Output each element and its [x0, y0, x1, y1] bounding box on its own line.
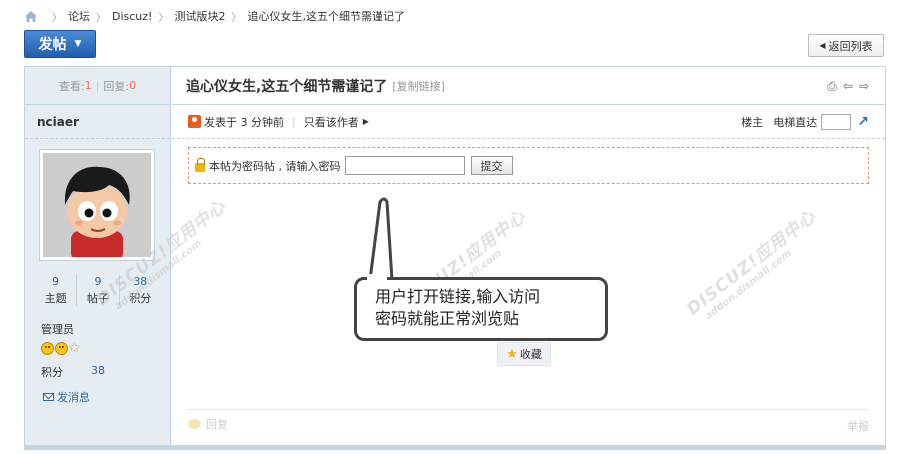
chevron-left-icon: ◀ [819, 41, 826, 50]
replies-count: 0 [129, 79, 137, 92]
thread-frame: 查看: 1 | 回复: 0 nciaer 9 主题 9 帖子 38 积分 管理员… [24, 66, 886, 450]
replies-label: 回复: [103, 79, 130, 93]
cartoon-boy-icon [43, 153, 151, 257]
breadcrumb-separator: 〉 [96, 12, 106, 24]
author-sidebar: 查看: 1 | 回复: 0 nciaer 9 主题 9 帖子 38 积分 管理员… [25, 67, 171, 447]
callout-pointer [368, 197, 394, 281]
password-protected-box: 本帖为密码帖 , 请输入密码 提交 [188, 147, 869, 184]
avatar[interactable] [39, 149, 155, 261]
star-icon: ★ [506, 346, 518, 362]
user-medals: ✩ [41, 342, 80, 355]
post-actions: 回复 举报 [188, 409, 869, 437]
divider: | [95, 79, 100, 92]
thread-stats: 查看: 1 | 回复: 0 [25, 67, 170, 105]
views-count: 1 [84, 79, 92, 92]
lock-icon [195, 157, 205, 172]
count-label: 主题 [44, 292, 67, 305]
prev-thread-icon[interactable]: ⇦ [843, 79, 853, 94]
author-name[interactable]: nciaer [25, 105, 170, 139]
thread-tools: ⎙ ⇦ ⇨ [827, 79, 869, 94]
send-message-label: 发消息 [57, 391, 90, 404]
posted-time: 发表于 3 分钟前 [204, 115, 284, 129]
count-label: 帖子 [86, 292, 109, 305]
home-icon[interactable] [24, 10, 38, 23]
author-counts: 9 主题 9 帖子 38 积分 [35, 275, 161, 306]
thread-title-row: 追心仪女生,这五个细节需谨记了 [复制链接] ⎙ ⇦ ⇨ [172, 67, 885, 105]
copy-link[interactable]: [复制链接] [392, 78, 445, 94]
count-value: 9 [52, 275, 60, 288]
next-thread-icon[interactable]: ⇨ [859, 79, 869, 94]
breadcrumb-separator: 〉 [158, 12, 169, 24]
report-link[interactable]: 举报 [847, 418, 869, 434]
smile-medal-icon [41, 342, 54, 355]
back-to-list-button[interactable]: ◀ 返回列表 [808, 34, 884, 57]
avatar-image [43, 153, 151, 257]
thread-title: 追心仪女生,这五个细节需谨记了 [186, 78, 388, 95]
divider: | [292, 115, 296, 128]
views-label: 查看: [58, 79, 85, 93]
breadcrumb-separator: 〉 [231, 12, 242, 24]
send-message-link[interactable]: 发消息 [43, 389, 90, 405]
count-label: 积分 [129, 292, 152, 305]
favorite-label: 收藏 [519, 348, 542, 361]
points-label: 积分 [41, 366, 63, 379]
elevator-label: 电梯直达 [773, 116, 818, 129]
breadcrumb-separator: 〉 [52, 12, 62, 24]
count-threads[interactable]: 9 主题 [35, 275, 76, 306]
print-icon[interactable]: ⎙ [827, 79, 837, 94]
chevron-down-icon: ▼ [74, 39, 82, 49]
submit-button[interactable]: 提交 [470, 156, 513, 175]
count-posts[interactable]: 9 帖子 [76, 275, 118, 306]
user-group[interactable]: 管理员 [41, 321, 74, 337]
frame-bottom-bar [25, 445, 885, 449]
count-value: 38 [133, 275, 148, 288]
smile-medal-icon [55, 342, 68, 355]
count-value: 9 [94, 275, 102, 288]
post-main: 追心仪女生,这五个细节需谨记了 [复制链接] ⎙ ⇦ ⇨ 发表于 3 分钟前 |… [172, 67, 885, 447]
floor-nav: 楼主 电梯直达 ↗ [741, 114, 869, 130]
new-post-button[interactable]: 发帖 ▼ [24, 30, 96, 58]
reply-link[interactable]: 回复 [206, 416, 228, 432]
points-value: 38 [91, 364, 105, 377]
back-to-list-label: 返回列表 [828, 39, 873, 53]
reply-icon [188, 418, 201, 429]
jump-icon[interactable]: ↗ [857, 114, 869, 130]
new-post-label: 发帖 [38, 37, 67, 53]
user-points: 积分 38 [41, 364, 105, 380]
floor-label: 楼主 [741, 116, 764, 129]
annotation-callout: 用户打开链接,输入访问 密码就能正常浏览贴 [354, 277, 608, 341]
caret-right-icon: ▶ [362, 117, 369, 126]
callout-line-1: 用户打开链接,输入访问 [375, 287, 541, 306]
envelope-icon [43, 393, 54, 401]
floor-input[interactable] [821, 114, 852, 130]
star-icon: ✩ [69, 341, 80, 356]
breadcrumb-item-discuz[interactable]: Discuz! [112, 10, 152, 23]
breadcrumb-item-thread[interactable]: 追心仪女生,这五个细节需谨记了 [247, 8, 405, 24]
count-points[interactable]: 38 积分 [118, 275, 161, 306]
only-author-link[interactable]: 只看该作者 [304, 114, 359, 130]
password-input[interactable] [344, 156, 465, 175]
callout-line-2: 密码就能正常浏览贴 [375, 309, 520, 328]
online-status-icon [188, 115, 201, 128]
breadcrumb: 〉 论坛 〉 Discuz! 〉 测试版块2 〉 追心仪女生,这五个细节需谨记了 [24, 7, 405, 25]
breadcrumb-item-board[interactable]: 测试版块2 [174, 8, 225, 24]
favorite-button[interactable]: ★ 收藏 [497, 342, 551, 366]
post-meta: 发表于 3 分钟前 | 只看该作者 ▶ 楼主 电梯直达 ↗ [172, 105, 885, 139]
breadcrumb-item-forum[interactable]: 论坛 [68, 8, 90, 24]
password-prompt: 本帖为密码帖 , 请输入密码 [209, 159, 341, 173]
callout-pointer-joint [367, 274, 387, 282]
